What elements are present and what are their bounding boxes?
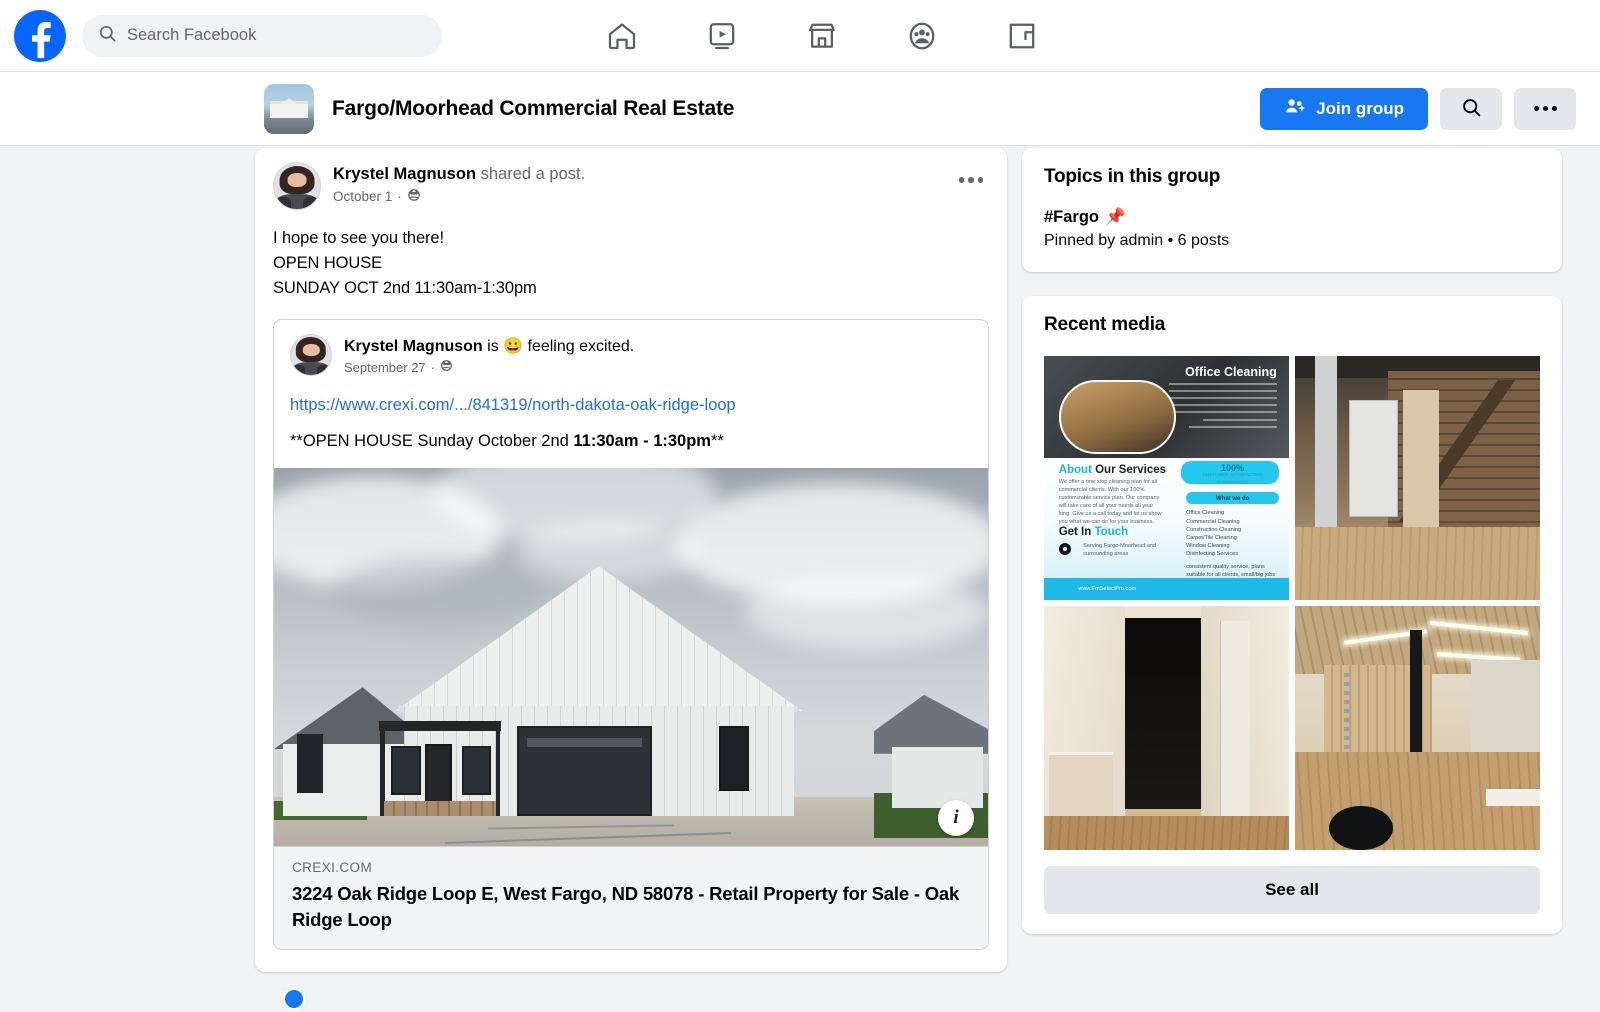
- media-thumbnail[interactable]: [1044, 606, 1289, 850]
- flyer-about-body: We offer a one stop cleaning plan for al…: [1058, 479, 1162, 526]
- post-message: I hope to see you there! OPEN HOUSE SUND…: [273, 229, 537, 297]
- gaming-icon: [1006, 20, 1038, 52]
- topics-card: Topics in this group #Fargo 📌 Pinned by …: [1022, 148, 1562, 272]
- shared-action-post: feeling excited.: [523, 338, 635, 355]
- marketplace-icon: [806, 20, 838, 52]
- search-bar[interactable]: [82, 14, 442, 57]
- media-thumbnail[interactable]: [1295, 356, 1540, 600]
- feed-column: Krystel Magnuson shared a post. October …: [255, 148, 1007, 972]
- group-actions: Join group: [1260, 87, 1576, 130]
- shared-post-card[interactable]: Krystel Magnuson is 😀 feeling excited. S…: [273, 319, 989, 950]
- group-header-bar: Fargo/Moorhead Commercial Real Estate Jo…: [0, 72, 1600, 146]
- post-card: Krystel Magnuson shared a post. October …: [255, 148, 1007, 972]
- nav-home-button[interactable]: [572, 8, 672, 64]
- search-icon: [1461, 97, 1482, 121]
- feeling-emoji: 😀: [503, 338, 524, 355]
- flyer-about-accent: About: [1058, 464, 1092, 477]
- add-people-icon: [1284, 95, 1306, 122]
- top-navigation-bar: [0, 0, 1600, 72]
- search-icon: [98, 24, 117, 48]
- primary-nav-icons: [572, 8, 1072, 64]
- shared-post-header: Krystel Magnuson is 😀 feeling excited. S…: [290, 334, 972, 376]
- flyer-headline: Office Cleaning: [1185, 365, 1277, 380]
- nav-groups-button[interactable]: [872, 8, 972, 64]
- shared-text-part-1: **OPEN HOUSE Sunday October 2nd: [290, 432, 574, 450]
- post-action-text: shared a post.: [476, 165, 586, 183]
- group-identity[interactable]: Fargo/Moorhead Commercial Real Estate: [264, 83, 735, 134]
- facebook-logo[interactable]: [14, 9, 66, 62]
- post-author-line: Krystel Magnuson shared a post.: [333, 164, 585, 185]
- post-footer-spacer: [273, 950, 989, 972]
- media-thumbnail[interactable]: Office Cleaning About Our Services We of…: [1044, 356, 1289, 600]
- avatar[interactable]: [290, 334, 332, 376]
- flyer-website: www.FmSelectPro.com: [1078, 586, 1137, 593]
- media-thumbnail[interactable]: [1295, 606, 1540, 850]
- shared-post-body: Krystel Magnuson is 😀 feeling excited. S…: [274, 320, 988, 452]
- group-more-options-button[interactable]: [1514, 87, 1576, 130]
- post-more-options-button[interactable]: [953, 162, 989, 198]
- topics-title: Topics in this group: [1044, 166, 1221, 187]
- shared-action-pre: is: [482, 338, 504, 355]
- link-preview-domain: CREXI.COM: [292, 860, 373, 875]
- topic-name-row: #Fargo 📌: [1044, 208, 1540, 227]
- flyer-location: Serving Fargo-Moorhead and surrounding a…: [1083, 542, 1157, 557]
- flyer-about-rest: Our Services: [1091, 464, 1167, 477]
- neighbor-building-right: [873, 694, 988, 809]
- link-preview-footer[interactable]: CREXI.COM 3224 Oak Ridge Loop E, West Fa…: [274, 846, 988, 949]
- sidebar-column: Topics in this group #Fargo 📌 Pinned by …: [1022, 148, 1562, 934]
- home-icon: [606, 20, 638, 52]
- shared-post-date[interactable]: September 27: [344, 360, 426, 375]
- globe-icon: [407, 188, 421, 205]
- flyer-services: Office Cleaning Commercial Cleaning Cons…: [1186, 510, 1242, 558]
- globe-icon: [440, 359, 453, 375]
- shared-post-text: **OPEN HOUSE Sunday October 2nd 11:30am …: [290, 430, 972, 452]
- recent-media-title: Recent media: [1044, 314, 1166, 335]
- video-icon: [706, 20, 738, 52]
- topic-meta: Pinned by admin • 6 posts: [1044, 232, 1230, 249]
- nav-gaming-button[interactable]: [972, 8, 1072, 64]
- topic-item[interactable]: #Fargo 📌 Pinned by admin • 6 posts: [1044, 208, 1540, 250]
- more-horizontal-icon: [1533, 106, 1557, 111]
- recent-media-card: Recent media Office Cleaning About Our S…: [1022, 296, 1562, 934]
- topic-name[interactable]: #Fargo: [1044, 208, 1099, 227]
- flyer-what-we-do: What we do: [1215, 495, 1250, 502]
- post-header: Krystel Magnuson shared a post. October …: [273, 162, 989, 210]
- join-group-label: Join group: [1316, 98, 1404, 118]
- search-input[interactable]: [127, 26, 426, 45]
- shared-author-line: Krystel Magnuson is 😀 feeling excited.: [344, 336, 634, 357]
- image-info-button[interactable]: i: [938, 800, 974, 836]
- avatar[interactable]: [273, 162, 321, 210]
- flyer-getin-label: Get In: [1058, 526, 1095, 539]
- group-search-button[interactable]: [1440, 87, 1502, 130]
- pin-icon: 📌: [1105, 208, 1126, 226]
- nav-video-button[interactable]: [672, 8, 772, 64]
- groups-icon: [906, 20, 938, 52]
- nav-marketplace-button[interactable]: [772, 8, 872, 64]
- post-author-name[interactable]: Krystel Magnuson: [333, 165, 476, 183]
- shared-post-meta: Krystel Magnuson is 😀 feeling excited. S…: [344, 334, 634, 375]
- shared-post-link[interactable]: https://www.crexi.com/.../841319/north-d…: [290, 394, 972, 416]
- link-preview-title: 3224 Oak Ridge Loop E, West Fargo, ND 58…: [292, 883, 960, 930]
- shared-timestamp-row: September 27 ·: [344, 359, 634, 375]
- join-group-button[interactable]: Join group: [1260, 87, 1428, 130]
- group-avatar: [264, 83, 314, 134]
- link-preview-image[interactable]: i: [274, 468, 988, 846]
- reaction-badge[interactable]: [283, 988, 305, 1010]
- retail-building: [379, 566, 803, 816]
- shared-text-part-2: **: [710, 432, 724, 450]
- media-grid: Office Cleaning About Our Services We of…: [1044, 356, 1540, 850]
- post-meta: Krystel Magnuson shared a post. October …: [333, 162, 585, 205]
- flyer-badge-sub: CUSTOMER SATISFACTION GUARANTEED: [1202, 472, 1263, 486]
- flyer-touch-label: Touch: [1094, 526, 1129, 539]
- group-name: Fargo/Moorhead Commercial Real Estate: [332, 96, 735, 120]
- post-timestamp-row: October 1 ·: [333, 188, 585, 205]
- post-date[interactable]: October 1: [333, 189, 392, 204]
- shared-author-name[interactable]: Krystel Magnuson: [344, 338, 483, 355]
- more-horizontal-icon: [958, 177, 984, 183]
- see-all-media-button[interactable]: See all: [1044, 866, 1540, 914]
- shared-text-bold: 11:30am - 1:30pm: [573, 432, 711, 450]
